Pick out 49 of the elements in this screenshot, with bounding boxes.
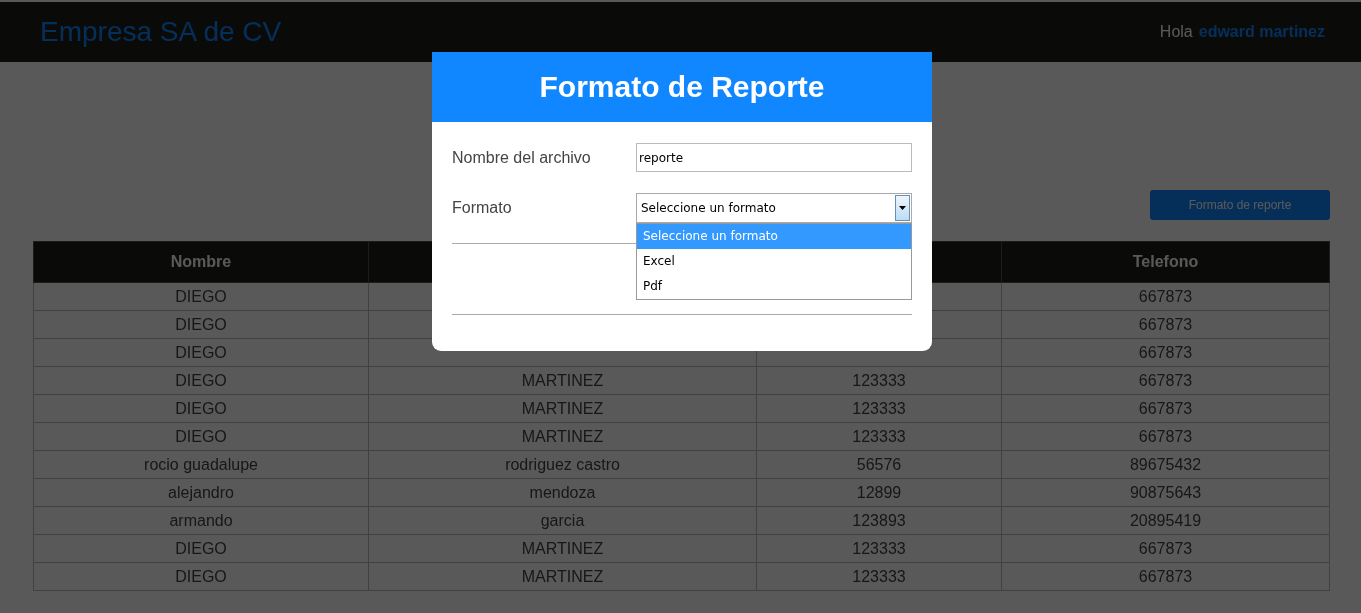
table-cell: 123333 bbox=[756, 422, 1002, 451]
table-cell: DIEGO bbox=[33, 394, 369, 423]
table-cell: rocio guadalupe bbox=[33, 450, 369, 479]
table-cell: 667873 bbox=[1001, 534, 1330, 563]
table-cell: 667873 bbox=[1001, 366, 1330, 395]
table-cell: mendoza bbox=[368, 478, 757, 507]
field-label: Formato bbox=[452, 198, 513, 218]
field-label: Nombre del archivo bbox=[452, 148, 592, 168]
table-cell: 123333 bbox=[756, 534, 1002, 563]
column-header: Telefono bbox=[1001, 241, 1330, 283]
table-cell: 90875643 bbox=[1001, 478, 1330, 507]
table-cell: 20895419 bbox=[1001, 506, 1330, 535]
dropdown-option[interactable]: Pdf bbox=[637, 274, 911, 299]
table-cell: armando bbox=[33, 506, 369, 535]
table-cell: DIEGO bbox=[33, 338, 369, 367]
table-cell: DIEGO bbox=[33, 422, 369, 451]
table-cell: 123893 bbox=[756, 506, 1002, 535]
table-cell: 123333 bbox=[756, 562, 1002, 591]
table-cell: alejandro bbox=[33, 478, 369, 507]
table-cell: 12899 bbox=[756, 478, 1002, 507]
table-cell: 667873 bbox=[1001, 422, 1330, 451]
table-cell: 56576 bbox=[756, 450, 1002, 479]
table-cell: DIEGO bbox=[33, 366, 369, 395]
table-cell: 89675432 bbox=[1001, 450, 1330, 479]
dropdown-option[interactable]: Excel bbox=[637, 249, 911, 274]
table-cell: MARTINEZ bbox=[368, 562, 757, 591]
dialog-title: Formato de Reporte bbox=[539, 70, 825, 104]
table-cell: 667873 bbox=[1001, 338, 1330, 367]
filename-input[interactable]: reporte bbox=[636, 143, 912, 172]
greeting-text: Hola bbox=[1159, 23, 1193, 41]
table-cell: MARTINEZ bbox=[368, 394, 757, 423]
table-cell: 667873 bbox=[1001, 394, 1330, 423]
table-cell: MARTINEZ bbox=[368, 366, 757, 395]
table-cell: DIEGO bbox=[33, 310, 369, 339]
table-cell: 123333 bbox=[756, 394, 1002, 423]
table-cell: MARTINEZ bbox=[368, 534, 757, 563]
table-cell: 667873 bbox=[1001, 310, 1330, 339]
table-cell: 123333 bbox=[756, 366, 1002, 395]
table-cell: 667873 bbox=[1001, 562, 1330, 591]
table-cell: DIEGO bbox=[33, 562, 369, 591]
table-cell: garcia bbox=[368, 506, 757, 535]
table-cell: 667873 bbox=[1001, 282, 1330, 311]
table-cell: DIEGO bbox=[33, 534, 369, 563]
table-cell: MARTINEZ bbox=[368, 422, 757, 451]
table-cell: rodriguez castro bbox=[368, 450, 757, 479]
table-cell: DIEGO bbox=[33, 282, 369, 311]
column-header: Nombre bbox=[33, 241, 369, 283]
format-select[interactable]: Seleccione un formato bbox=[636, 193, 912, 223]
brand-title: Empresa SA de CV bbox=[40, 16, 282, 48]
